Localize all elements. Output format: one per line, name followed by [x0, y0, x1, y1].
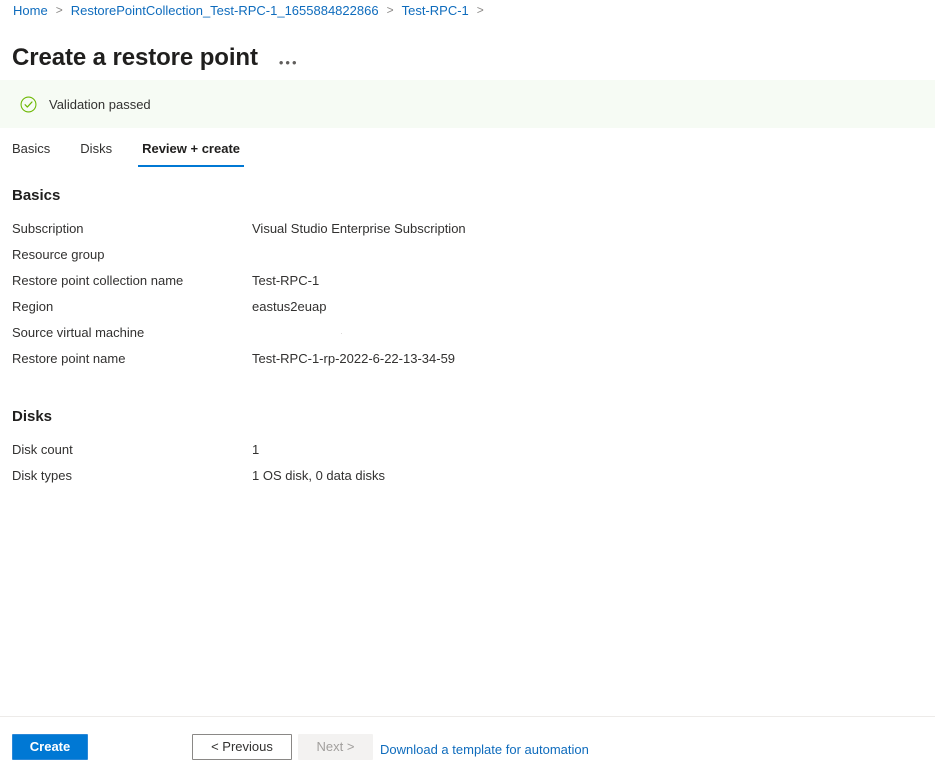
tab-basics[interactable]: Basics — [12, 140, 50, 167]
summary-row-subscription: Subscription Visual Studio Enterprise Su… — [12, 220, 912, 246]
page-title: Create a restore point — [12, 44, 258, 72]
create-button[interactable]: Create — [12, 734, 88, 760]
row-value: Visual Studio Enterprise Subscription — [252, 221, 466, 236]
breadcrumb-separator-trailing: > — [476, 3, 484, 17]
download-template-link[interactable]: Download a template for automation — [380, 741, 589, 759]
review-content: Basics Subscription Visual Studio Enterp… — [12, 186, 912, 493]
row-value: Test-RPC-1 — [252, 273, 320, 288]
tab-review-create[interactable]: Review + create — [138, 140, 244, 167]
breadcrumb-separator: > — [55, 3, 63, 17]
summary-row-region: Region eastus2euap — [12, 298, 912, 324]
row-label: Source virtual machine — [12, 325, 145, 340]
breadcrumb-item-home[interactable]: Home — [12, 3, 49, 18]
footer-action-bar: Create < Previous Next > Download a temp… — [0, 717, 935, 768]
summary-row-resource-group: Resource group — [12, 246, 912, 272]
breadcrumb: Home > RestorePointCollection_Test-RPC-1… — [12, 0, 491, 20]
section-heading-disks: Disks — [12, 408, 53, 425]
row-label: Disk types — [12, 468, 72, 483]
row-label: Restore point name — [12, 351, 126, 366]
previous-button[interactable]: < Previous — [192, 734, 292, 760]
row-value: eastus2euap — [252, 299, 327, 314]
row-label: Region — [12, 299, 54, 314]
summary-row-disk-count: Disk count 1 — [12, 441, 912, 467]
check-circle-icon — [20, 96, 37, 112]
summary-row-disk-types: Disk types 1 OS disk, 0 data disks — [12, 467, 912, 493]
row-label: Disk count — [12, 442, 73, 457]
summary-row-source-virtual-machine: Source virtual machine · — [12, 324, 912, 350]
summary-row-restore-point-collection-name: Restore point collection name Test-RPC-1 — [12, 272, 912, 298]
row-label: Restore point collection name — [12, 273, 184, 288]
section-basics: Basics Subscription Visual Studio Enterp… — [12, 186, 912, 376]
breadcrumb-separator: > — [386, 3, 394, 17]
breadcrumb-item-restore-point-collection[interactable]: RestorePointCollection_Test-RPC-1_165588… — [70, 3, 380, 18]
row-value: 1 — [252, 442, 260, 457]
section-heading-basics: Basics — [12, 187, 61, 204]
row-label: Subscription — [12, 221, 84, 236]
validation-banner: Validation passed — [0, 80, 935, 128]
row-value: 1 OS disk, 0 data disks — [252, 468, 385, 483]
section-disks: Disks Disk count 1 Disk types 1 OS disk,… — [12, 407, 912, 493]
more-options-icon[interactable]: ••• — [276, 44, 302, 72]
next-button[interactable]: Next > — [298, 734, 373, 760]
wizard-tabs: Basics Disks Review + create — [12, 140, 270, 172]
tab-disks[interactable]: Disks — [80, 140, 112, 167]
breadcrumb-item-test-rpc-1[interactable]: Test-RPC-1 — [401, 3, 470, 18]
row-value: · — [340, 328, 343, 338]
validation-message: Validation passed — [49, 96, 151, 112]
row-value: Test-RPC-1-rp-2022-6-22-13-34-59 — [252, 351, 456, 366]
row-label: Resource group — [12, 247, 105, 262]
summary-row-restore-point-name: Restore point name Test-RPC-1-rp-2022-6-… — [12, 350, 912, 376]
